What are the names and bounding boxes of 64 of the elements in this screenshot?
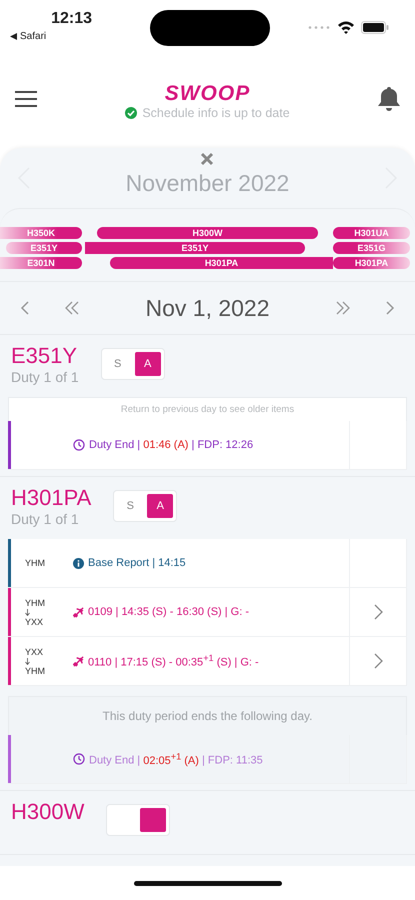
sync-status: Schedule info is up to date bbox=[142, 106, 290, 120]
duty-bar[interactable]: H350K bbox=[0, 227, 82, 239]
signal-icon bbox=[307, 24, 331, 30]
duty-bar[interactable]: E301N bbox=[0, 257, 82, 269]
schedule-row[interactable]: Duty End | 01:46 (A) | FDP: 12:26 bbox=[8, 421, 407, 470]
duty-count: Duty 1 of 1 bbox=[11, 369, 79, 385]
back-link[interactable]: Safari bbox=[10, 31, 46, 42]
duty-bar[interactable]: H301PA bbox=[333, 257, 410, 269]
schedule-row[interactable]: Duty End | 02:05$^{+1}$ (A) | FDP: 11:35 bbox=[8, 735, 407, 784]
station-code: YHM bbox=[25, 598, 45, 608]
close-icon[interactable] bbox=[200, 152, 214, 166]
clock-icon bbox=[73, 439, 85, 451]
notice-text: This duty period ends the following day. bbox=[8, 696, 407, 735]
back-arrow-icon bbox=[10, 33, 17, 40]
duty-bar[interactable]: H301UA bbox=[333, 227, 410, 239]
duty-count: Duty 1 of 1 bbox=[11, 511, 80, 527]
duty-bar[interactable]: E351Y bbox=[6, 242, 82, 254]
station-code: YXX bbox=[25, 616, 44, 626]
toggle-option[interactable]: A bbox=[147, 494, 174, 518]
station-code: YHM bbox=[25, 558, 45, 568]
report-text: Base Report | 14:15 bbox=[88, 557, 186, 569]
next-day-icon[interactable] bbox=[385, 300, 395, 316]
toggle-option[interactable]: A bbox=[134, 352, 161, 376]
toggle-option[interactable] bbox=[140, 808, 166, 832]
duty-bar[interactable]: H301PA bbox=[110, 257, 333, 269]
down-arrow-icon bbox=[25, 608, 30, 616]
duty-bar[interactable]: H300W bbox=[97, 227, 318, 239]
logo: SWOOP bbox=[164, 82, 250, 106]
schedule-row[interactable]: YHM YXX 0109 | 14:35 (S) - 16:30 (S) | G: - bbox=[8, 588, 407, 637]
info-icon bbox=[73, 558, 84, 568]
previous-day-icon[interactable] bbox=[20, 300, 30, 316]
station-code: YXX bbox=[25, 646, 44, 656]
station-code: YHM bbox=[25, 666, 45, 676]
selected-date: Nov 1, 2022 bbox=[144, 294, 271, 322]
airplane-icon bbox=[73, 606, 84, 618]
notification-bell-icon[interactable] bbox=[376, 86, 401, 112]
check-icon bbox=[125, 107, 138, 119]
notice-text: Return to previous day to see older items bbox=[8, 397, 407, 421]
clock-icon bbox=[73, 753, 85, 765]
duty-bar[interactable]: E351G bbox=[333, 242, 410, 254]
toggle-option[interactable]: S bbox=[104, 352, 131, 376]
schedule-row[interactable]: YXX YHM 0110 | 17:15 (S) - 00:35$^{+1}$ (S) | G: - bbox=[8, 637, 407, 686]
menu-icon[interactable] bbox=[14, 90, 38, 108]
duty-bar[interactable]: E351Y bbox=[85, 242, 305, 254]
schedule-row[interactable]: YHM Base Report | 14:15 bbox=[8, 539, 407, 588]
chevron-right-icon bbox=[373, 604, 383, 620]
toggle-option[interactable]: S bbox=[117, 494, 144, 518]
wifi-icon bbox=[337, 20, 355, 34]
airplane-icon bbox=[73, 656, 84, 666]
month-title: November 2022 bbox=[126, 170, 290, 196]
clock-time: 12:13 bbox=[51, 10, 92, 28]
down-arrow-icon bbox=[25, 658, 30, 664]
duty-code: H301PA bbox=[11, 485, 92, 511]
duty-code: H300W bbox=[11, 799, 84, 825]
duty-end-text: Duty End | 02:05$^{+1}$ (A) | FDP: 11:35 bbox=[89, 751, 263, 767]
duty-code: E351Y bbox=[11, 343, 78, 369]
flight-text: 0110 | 17:15 (S) - 00:35$^{+1}$ (S) | G: - bbox=[88, 653, 259, 669]
next-week-icon[interactable] bbox=[335, 301, 351, 315]
duty-end-text: Duty End | 01:46 (A) | FDP: 12:26 bbox=[89, 439, 254, 451]
flight-text: 0109 | 14:35 (S) - 16:30 (S) | G: - bbox=[88, 606, 250, 618]
chevron-right-icon bbox=[373, 653, 383, 669]
battery-icon bbox=[361, 20, 389, 34]
previous-week-icon[interactable] bbox=[64, 301, 80, 315]
home-indicator[interactable] bbox=[134, 880, 282, 886]
